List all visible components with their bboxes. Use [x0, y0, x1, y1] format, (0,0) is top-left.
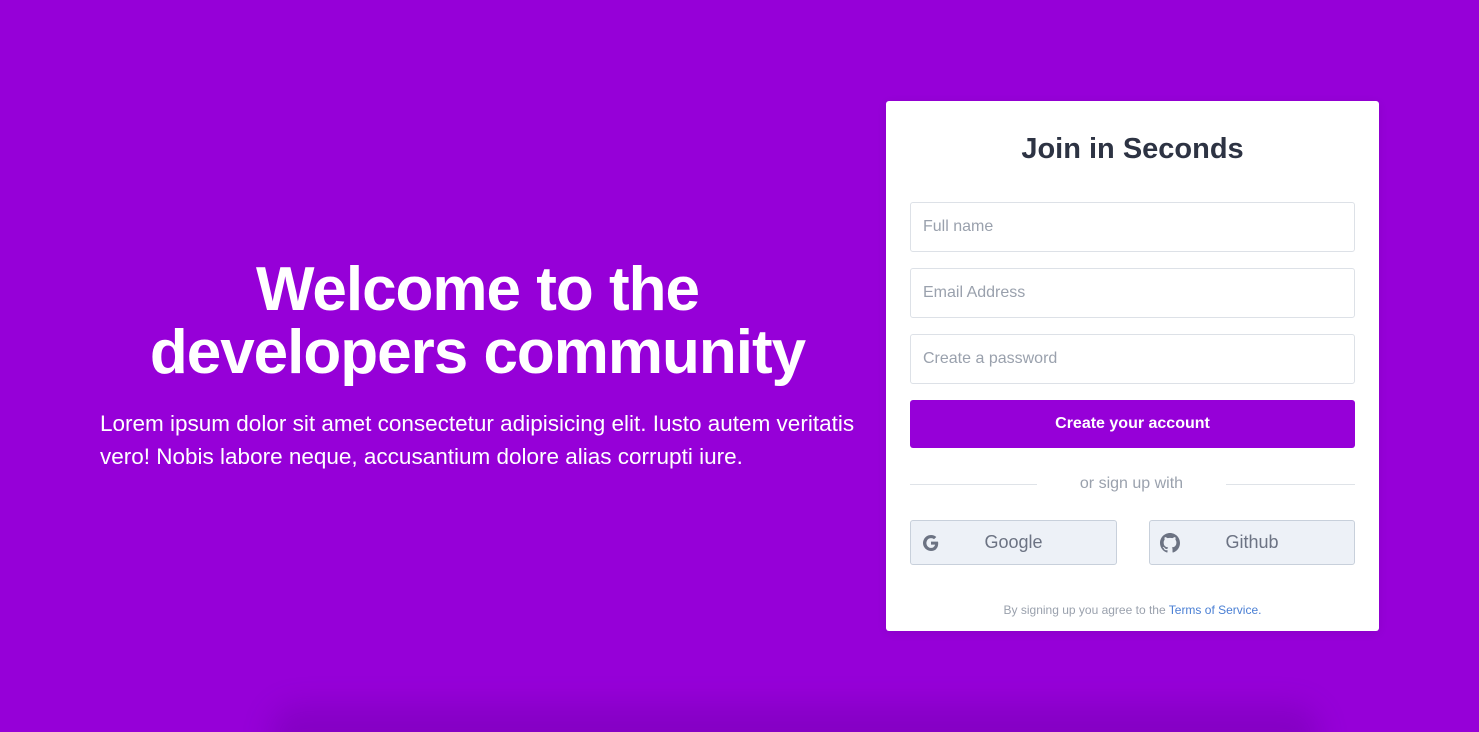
- google-signup-button[interactable]: Google: [910, 520, 1117, 565]
- create-account-button[interactable]: Create your account: [910, 400, 1355, 448]
- full-name-input[interactable]: [910, 202, 1355, 252]
- terms-link[interactable]: Terms of Service.: [1169, 603, 1262, 617]
- hero-title-line1: Welcome to the: [255, 255, 700, 324]
- divider-left: [910, 484, 1037, 485]
- terms-notice: By signing up you agree to the Terms of …: [886, 602, 1379, 618]
- bottom-shadow: [270, 705, 1320, 732]
- google-label: Google: [984, 532, 1043, 552]
- divider-right: [1226, 484, 1355, 485]
- github-label: Github: [1225, 532, 1279, 552]
- signup-card: Join in Seconds Create your account or s…: [886, 101, 1379, 631]
- hero-section: Welcome to the developers community Lore…: [100, 258, 860, 473]
- terms-prefix: By signing up you agree to the: [1003, 603, 1166, 617]
- github-signup-button[interactable]: Github: [1149, 520, 1355, 565]
- email-input[interactable]: [910, 268, 1355, 318]
- hero-title: Welcome to the developers community: [100, 258, 855, 384]
- hero-description: Lorem ipsum dolor sit amet consectetur a…: [100, 411, 855, 469]
- password-input[interactable]: [910, 334, 1355, 384]
- divider-text: or sign up with: [1079, 475, 1184, 492]
- hero-title-line2: developers community: [149, 318, 806, 387]
- signup-title: Join in Seconds: [1021, 133, 1244, 165]
- page: Welcome to the developers community Lore…: [0, 0, 1479, 732]
